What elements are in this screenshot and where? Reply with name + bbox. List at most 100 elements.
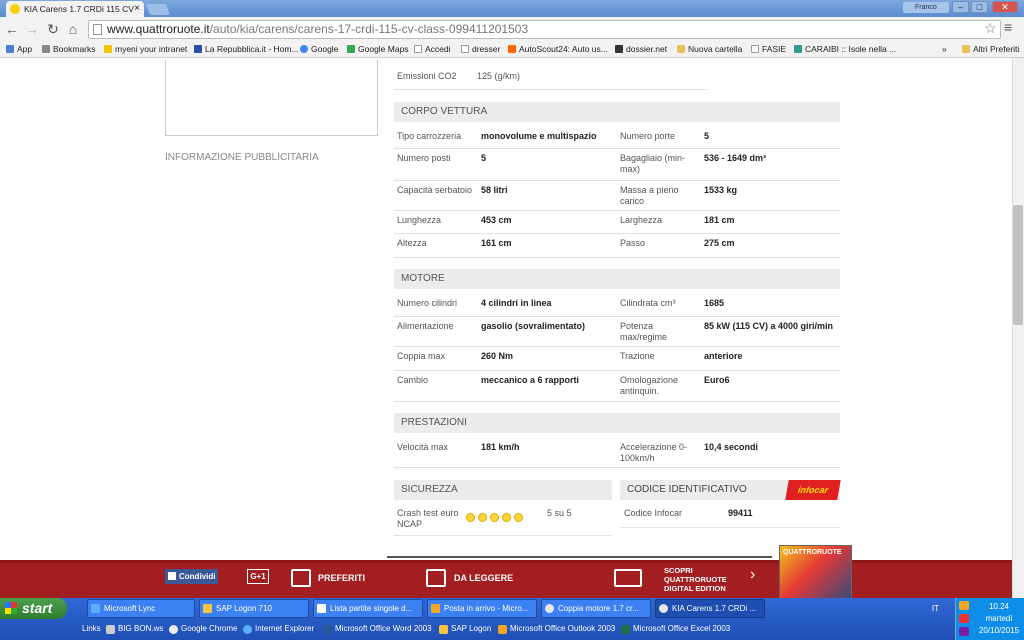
minimize-button[interactable]: –	[952, 1, 969, 13]
bookmark-label: dossier.net	[626, 44, 668, 54]
task-label: Posta in arrivo - Micro...	[444, 604, 529, 613]
bookmark-label: La Repubblica.it - Hom...	[205, 44, 299, 54]
google-plus-button[interactable]: G+1	[247, 569, 269, 584]
book-icon[interactable]	[426, 569, 446, 587]
crash-test-label: Crash test euro NCAP	[397, 508, 459, 529]
back-arrow-icon[interactable]: ←	[3, 17, 21, 41]
chrome-icon	[659, 604, 668, 613]
maximize-button[interactable]: □	[971, 1, 988, 13]
home-icon[interactable]: ⌂	[64, 17, 82, 41]
bookmark-label: Google	[311, 44, 339, 54]
spec-value: meccanico a 6 rapporti	[481, 375, 580, 385]
taskbar-item[interactable]: Microsoft Lync	[87, 599, 195, 618]
bookmark-bookmarks[interactable]: Bookmarks	[42, 41, 96, 58]
menu-icon[interactable]: ≡	[1004, 19, 1012, 35]
divider	[394, 89, 708, 90]
address-bar[interactable]: www.quattroruote.it/auto/kia/carens/care…	[88, 20, 1001, 39]
reload-icon[interactable]: ↻	[44, 17, 62, 41]
magazine-cover[interactable]: QUATTRORUOTE	[779, 545, 852, 600]
quick-launch-item[interactable]: Microsoft Office Word 2003	[323, 620, 432, 638]
da-leggere-link[interactable]: DA LEGGERE	[454, 573, 513, 583]
bookmark-myeni[interactable]: myeni your intranet	[104, 41, 187, 58]
spec-label: Numero posti	[397, 153, 451, 163]
star-icon	[490, 513, 499, 522]
digital-edition-promo[interactable]: SCOPRI QUATTRORUOTE DIGITAL EDITION	[664, 566, 727, 593]
quick-launch-item[interactable]: SAP Logon	[439, 620, 491, 638]
bookmark-star-icon[interactable]: ☆	[984, 20, 997, 37]
codice-value: 99411	[728, 508, 753, 518]
tab-close-icon[interactable]: ×	[134, 1, 140, 17]
chevron-right-icon[interactable]: ›	[750, 566, 755, 584]
codice-label: Codice Infocar	[624, 508, 683, 518]
bookmark-label: Nuova cartella	[688, 44, 743, 54]
taskbar-item-active[interactable]: KIA Carens 1.7 CRDi ...	[655, 599, 765, 618]
spec-label: Omologazione antinquin.	[620, 375, 679, 396]
bookmark-repubblica[interactable]: La Repubblica.it - Hom...	[194, 41, 299, 58]
quick-launch-item[interactable]: Google Chrome	[169, 620, 237, 638]
start-button[interactable]: start	[0, 598, 67, 619]
bookmarks-more-button[interactable]: »	[942, 41, 947, 58]
spec-value: 85 kW (115 CV) a 4000 giri/min	[704, 321, 834, 331]
user-profile-button[interactable]: Franco	[903, 2, 949, 13]
bookmark-google[interactable]: Google	[300, 41, 338, 58]
clock[interactable]: 10.24 martedì 20/10/2015	[977, 601, 1021, 637]
quick-launch-item[interactable]: Microsoft Office Excel 2003	[621, 620, 730, 638]
task-label: Lista partite singole d...	[330, 604, 413, 613]
spec-value: 536 - 1649 dm³	[704, 153, 767, 163]
section-header-motore: MOTORE	[394, 269, 840, 289]
bookmark-accedi[interactable]: Accedi	[414, 41, 451, 58]
tray-outlook-icon[interactable]	[959, 601, 969, 610]
url-domain: www.quattroruote.it	[107, 22, 210, 36]
spec-value: 181 cm	[704, 215, 735, 225]
spec-label: Numero cilindri	[397, 298, 458, 308]
taskbar-item[interactable]: Lista partite singole d...	[313, 599, 423, 618]
task-label: KIA Carens 1.7 CRDi ...	[672, 604, 757, 613]
bookmark-dresser[interactable]: dresser	[461, 41, 500, 58]
spec-label: Emissioni CO2	[397, 71, 457, 81]
spec-label: Velocità max	[397, 442, 449, 452]
folder-icon	[962, 45, 970, 53]
spec-value: 5	[704, 131, 710, 141]
bookmark-nuova-cartella[interactable]: Nuova cartella	[677, 41, 742, 58]
sap-icon	[439, 625, 448, 634]
quick-launch-label: Microsoft Office Word 2003	[335, 624, 432, 633]
divider	[394, 346, 840, 347]
bookmark-dossier[interactable]: dossier.net	[615, 41, 667, 58]
quick-launch-item[interactable]: BIG BON.ws	[106, 620, 163, 638]
divider	[394, 233, 840, 234]
taskbar-item[interactable]: Coppia motore 1.7 cr...	[541, 599, 651, 618]
vertical-scrollbar[interactable]	[1012, 58, 1024, 598]
word-icon	[323, 625, 332, 634]
browser-tab[interactable]: KIA Carens 1.7 CRDi 115 CV ×	[6, 1, 144, 17]
bookmark-fasie[interactable]: FASIE	[751, 41, 786, 58]
quick-launch-links: Links	[70, 620, 101, 638]
new-tab-button[interactable]	[145, 4, 171, 15]
bookmark-caraibi[interactable]: CARAIBI :: Isole nella ...	[794, 41, 896, 58]
tray-alert-icon[interactable]	[959, 614, 969, 623]
quick-launch-item[interactable]: Internet Explorer	[243, 620, 314, 638]
apps-grid-icon	[6, 45, 14, 53]
quick-launch-item[interactable]: Microsoft Office Outlook 2003	[498, 620, 615, 638]
share-button[interactable]: Condividi	[165, 569, 218, 584]
preferiti-link[interactable]: PREFERITI	[318, 573, 365, 583]
language-indicator[interactable]: IT	[932, 604, 939, 613]
task-label: Coppia motore 1.7 cr...	[558, 604, 639, 613]
bookmark-label: dresser	[472, 44, 501, 54]
taskbar-item[interactable]: SAP Logon 710	[199, 599, 309, 618]
bookmark-label: CARAIBI :: Isole nella ...	[805, 44, 897, 54]
bookmark-apps[interactable]: App	[6, 41, 32, 58]
taskbar-item[interactable]: Posta in arrivo - Micro...	[427, 599, 537, 618]
bookmark-label: Google Maps	[358, 44, 409, 54]
chrome-icon	[169, 625, 178, 634]
bookmark-google-maps[interactable]: Google Maps	[347, 41, 409, 58]
window-close-button[interactable]: ✕	[992, 1, 1018, 13]
maps-icon	[347, 45, 355, 53]
scrollbar-thumb[interactable]	[1013, 205, 1023, 325]
magazine-title: QUATTRORUOTE	[783, 549, 842, 556]
tray-app-icon[interactable]	[959, 627, 969, 636]
bookmark-star-icon[interactable]	[291, 569, 311, 587]
forward-arrow-icon[interactable]: →	[23, 17, 41, 41]
bookmark-autoscout[interactable]: AutoScout24: Auto us...	[508, 41, 608, 58]
bookmark-altri-preferiti[interactable]: Altri Preferiti	[962, 41, 1019, 58]
spec-value: 1685	[704, 298, 725, 308]
